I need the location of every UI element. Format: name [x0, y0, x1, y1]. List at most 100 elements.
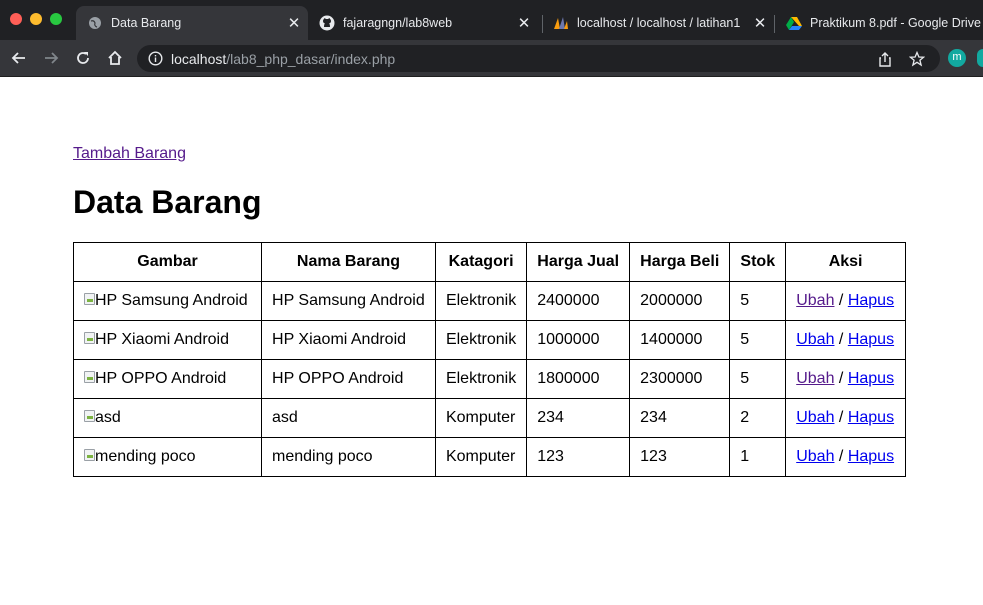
google-drive-icon	[786, 15, 802, 31]
cell-nama: HP Xiaomi Android	[261, 320, 436, 360]
column-header-stok: Stok	[729, 242, 787, 282]
cell-gambar: asd	[72, 398, 263, 438]
table-header-row: Gambar Nama Barang Katagori Harga Jual H…	[72, 242, 906, 282]
edit-link[interactable]: Ubah	[796, 331, 834, 348]
cell-stok: 2	[729, 398, 787, 438]
action-separator: /	[838, 370, 844, 387]
image-alt-text: asd	[95, 409, 121, 426]
cell-aksi: Ubah / Hapus	[785, 437, 906, 477]
edit-link[interactable]: Ubah	[796, 370, 834, 387]
close-tab-icon[interactable]: ✕	[286, 14, 302, 32]
delete-link[interactable]: Hapus	[848, 331, 894, 348]
image-alt-text: HP OPPO Android	[95, 370, 227, 387]
cell-aksi: Ubah / Hapus	[785, 398, 906, 438]
cell-stok: 1	[729, 437, 787, 477]
reload-icon	[77, 52, 89, 64]
window-zoom-button[interactable]	[50, 13, 62, 25]
cell-kategori: Elektronik	[434, 359, 528, 399]
home-button[interactable]	[103, 46, 127, 70]
page-content: Tambah Barang Data Barang Gambar Nama Ba…	[0, 78, 983, 605]
image-alt-text: HP Samsung Android	[95, 292, 248, 309]
cell-harga-jual: 234	[526, 398, 631, 438]
url-path: /lab8_php_dasar/index.php	[226, 51, 396, 67]
broken-image-icon	[84, 293, 95, 305]
cell-harga-beli: 123	[629, 437, 731, 477]
cell-nama: HP OPPO Android	[261, 359, 436, 399]
cell-harga-beli: 234	[629, 398, 731, 438]
tab-title: Data Barang	[111, 16, 182, 30]
column-header-aksi: Aksi	[785, 242, 906, 282]
add-item-link[interactable]: Tambah Barang	[73, 145, 186, 163]
browser-tab-strip: Data Barang ✕ fajaragngn/lab8web ✕ local…	[0, 0, 983, 40]
home-icon	[108, 50, 122, 65]
delete-link[interactable]: Hapus	[848, 409, 894, 426]
cell-kategori: Komputer	[434, 437, 528, 477]
tab-github[interactable]: fajaragngn/lab8web ✕	[308, 6, 538, 40]
broken-image-icon	[84, 449, 95, 461]
broken-image-icon	[84, 332, 95, 344]
cell-gambar: mending poco	[72, 437, 263, 477]
delete-link[interactable]: Hapus	[848, 370, 894, 387]
cell-aksi: Ubah / Hapus	[785, 281, 906, 321]
cell-harga-jual: 123	[526, 437, 631, 477]
browser-toolbar: localhost/lab8_php_dasar/index.php m	[0, 40, 983, 77]
delete-link[interactable]: Hapus	[848, 448, 894, 465]
action-separator: /	[838, 331, 844, 348]
tab-title: localhost / localhost / latihan1	[577, 16, 741, 30]
table-row: HP Xiaomi Android HP Xiaomi Android Elek…	[72, 320, 906, 360]
github-icon	[319, 15, 335, 31]
edit-link[interactable]: Ubah	[796, 409, 834, 426]
cell-harga-beli: 1400000	[629, 320, 731, 360]
action-separator: /	[838, 292, 844, 309]
url-host: localhost	[171, 51, 227, 67]
table-row: mending poco mending poco Komputer 123 1…	[72, 437, 906, 477]
items-table: Gambar Nama Barang Katagori Harga Jual H…	[72, 242, 906, 477]
back-button[interactable]	[7, 46, 31, 70]
extension-icon[interactable]	[977, 49, 983, 67]
forward-arrow-icon	[45, 52, 59, 64]
share-icon[interactable]	[876, 50, 894, 68]
column-header-gambar: Gambar	[72, 242, 263, 282]
cell-nama: mending poco	[261, 437, 436, 477]
broken-image-icon	[84, 410, 95, 422]
tab-title: Praktikum 8.pdf - Google Drive	[810, 16, 981, 30]
tab-phpmyadmin[interactable]: localhost / localhost / latihan1 ✕	[542, 6, 774, 40]
table-row: HP OPPO Android HP OPPO Android Elektron…	[72, 359, 906, 399]
column-header-harga-beli: Harga Beli	[629, 242, 731, 282]
cell-gambar: HP OPPO Android	[72, 359, 263, 399]
cell-aksi: Ubah / Hapus	[785, 320, 906, 360]
bookmark-star-icon[interactable]	[908, 50, 926, 68]
column-header-nama-barang: Nama Barang	[261, 242, 436, 282]
action-separator: /	[838, 448, 844, 465]
cell-harga-beli: 2300000	[629, 359, 731, 399]
tab-google-drive[interactable]: Praktikum 8.pdf - Google Drive	[775, 6, 983, 40]
cell-nama: HP Samsung Android	[261, 281, 436, 321]
cell-kategori: Elektronik	[434, 281, 528, 321]
cell-stok: 5	[729, 281, 787, 321]
close-tab-icon[interactable]: ✕	[516, 14, 532, 32]
cell-gambar: HP Xiaomi Android	[72, 320, 263, 360]
delete-link[interactable]: Hapus	[848, 292, 894, 309]
tab-title: fajaragngn/lab8web	[343, 16, 453, 30]
window-close-button[interactable]	[10, 13, 22, 25]
tab-data-barang[interactable]: Data Barang ✕	[76, 6, 308, 40]
column-header-kategori: Katagori	[434, 242, 528, 282]
cell-harga-jual: 2400000	[526, 281, 631, 321]
close-tab-icon[interactable]: ✕	[752, 14, 768, 32]
cell-harga-jual: 1000000	[526, 320, 631, 360]
site-info-icon[interactable]	[148, 51, 163, 66]
address-bar[interactable]: localhost/lab8_php_dasar/index.php	[137, 45, 940, 72]
forward-button[interactable]	[39, 46, 63, 70]
back-arrow-icon	[11, 52, 25, 64]
globe-icon	[87, 15, 103, 31]
profile-avatar[interactable]: m	[948, 49, 966, 67]
table-row: asd asd Komputer 234 234 2 Ubah / Hapus	[72, 398, 906, 438]
edit-link[interactable]: Ubah	[796, 448, 834, 465]
phpmyadmin-icon	[553, 15, 569, 31]
edit-link[interactable]: Ubah	[796, 292, 834, 309]
url-text: localhost/lab8_php_dasar/index.php	[171, 51, 395, 67]
page-title: Data Barang	[73, 184, 262, 220]
window-minimize-button[interactable]	[30, 13, 42, 25]
reload-button[interactable]	[71, 46, 95, 70]
column-header-harga-jual: Harga Jual	[526, 242, 631, 282]
